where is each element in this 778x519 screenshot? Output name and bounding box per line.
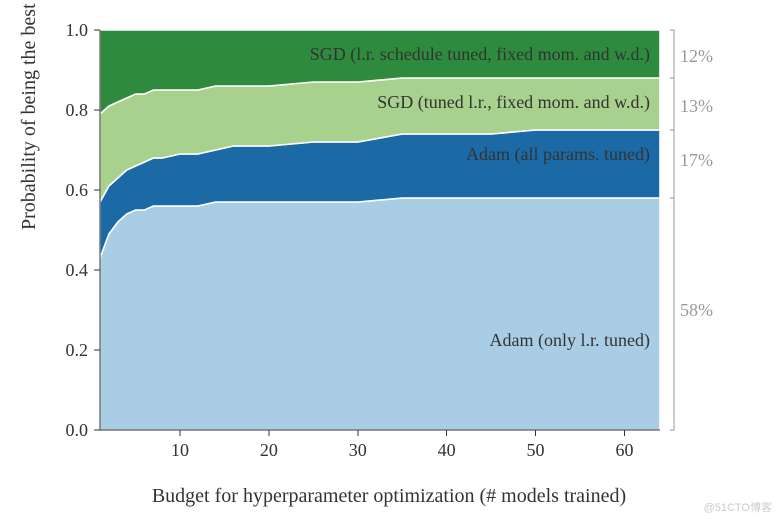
x-tick-label: 20 xyxy=(260,440,278,460)
pct-sgd-schedule: 12% xyxy=(680,46,713,67)
watermark: @51CTO博客 xyxy=(704,499,772,515)
y-tick-label: 0.6 xyxy=(66,180,89,200)
x-tick-label: 40 xyxy=(438,440,456,460)
series-label-sgd-schedule: SGD (l.r. schedule tuned, fixed mom. and… xyxy=(310,44,650,65)
y-tick-label: 0.8 xyxy=(66,100,89,120)
series-label-sgd-lr: SGD (tuned l.r., fixed mom. and w.d.) xyxy=(377,92,650,113)
bracket xyxy=(670,30,674,78)
pct-adam-lr: 58% xyxy=(680,300,713,321)
stacked-area-chart: 0.0 0.2 0.4 0.6 0.8 1.0 10 20 30 40 50 60 SGD (l.r.… xyxy=(0,0,778,519)
y-tick-label: 0.2 xyxy=(66,340,89,360)
series-label-adam-lr: Adam (only l.r. tuned) xyxy=(490,330,650,351)
bracket xyxy=(670,198,674,430)
x-tick-label: 10 xyxy=(171,440,189,460)
y-tick-label: 0.4 xyxy=(66,260,89,280)
x-tick-label: 30 xyxy=(349,440,367,460)
plot-area: 0.00.20.40.60.81.0102030405060 SGD (l.r.… xyxy=(100,30,660,430)
x-tick-label: 50 xyxy=(527,440,545,460)
y-tick-label: 1.0 xyxy=(66,20,89,40)
y-axis-title: Probability of being the best xyxy=(18,3,41,230)
x-tick-label: 60 xyxy=(615,440,633,460)
bracket-layer xyxy=(100,30,750,430)
pct-sgd-lr: 13% xyxy=(680,96,713,117)
bracket xyxy=(670,78,674,130)
series-label-adam-all: Adam (all params. tuned) xyxy=(466,144,650,165)
y-tick-label: 0.0 xyxy=(66,420,89,440)
x-axis-title: Budget for hyperparameter optimization (… xyxy=(0,485,778,508)
bracket xyxy=(670,130,674,198)
pct-adam-all: 17% xyxy=(680,150,713,171)
